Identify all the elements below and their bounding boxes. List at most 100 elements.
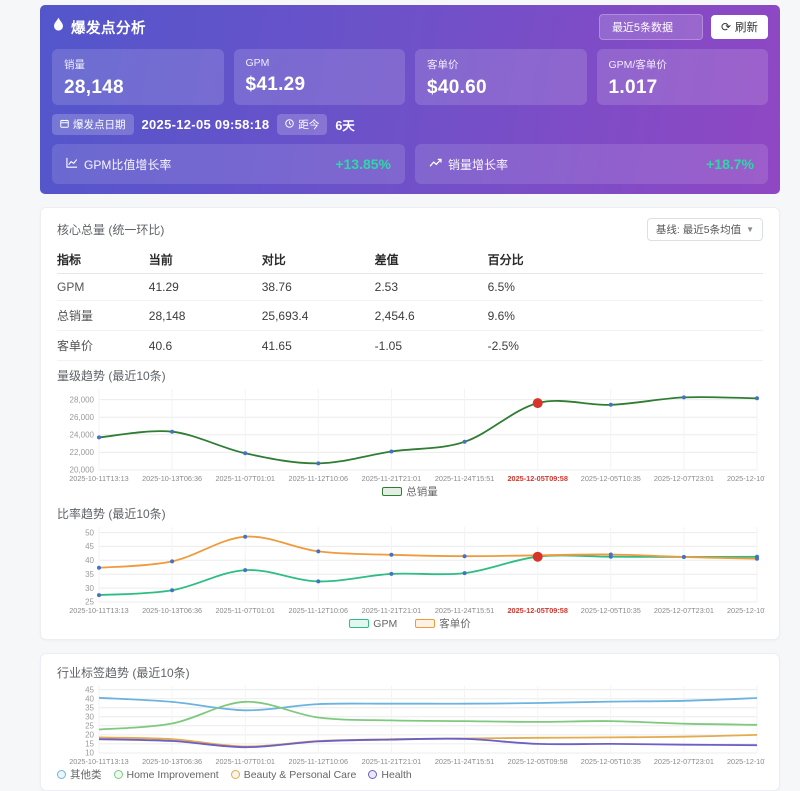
legend-swatch-icon <box>57 770 66 779</box>
stat-label: GPM/客单价 <box>608 59 667 71</box>
stat-value: $40.60 <box>427 77 487 98</box>
industry-trend-card: 行业标签趋势 (最近10条) 10 15 20 25 30 35 40 45 2025-10-1… <box>40 653 787 791</box>
volume-trend-chart[interactable]: 20,000 22,000 24,000 26,000 28,000 2025-10-11… <box>57 384 787 484</box>
svg-text:2025-10-13T06:36: 2025-10-13T06:36 <box>142 757 202 766</box>
legend-item[interactable]: Health <box>368 769 412 781</box>
clock-icon <box>285 118 295 131</box>
legend-label: GPM <box>373 617 398 630</box>
legend-swatch-icon <box>349 619 370 628</box>
legend-swatch-icon <box>382 487 403 496</box>
stat-card-gpm: GPM $41.29 <box>233 49 405 105</box>
svg-text:2025-12-05T10:35: 2025-12-05T10:35 <box>581 757 641 766</box>
volume-trend-title: 量级趋势 (最近10条) <box>57 369 166 383</box>
svg-text:20: 20 <box>85 731 94 740</box>
svg-text:28,000: 28,000 <box>70 395 95 404</box>
svg-text:2025-11-24T15:51: 2025-11-24T15:51 <box>435 606 495 615</box>
growth-label: 销量增长率 <box>448 157 509 172</box>
burst-date-badge: 爆发点日期 <box>52 114 134 135</box>
svg-text:2025-12-05T09:58: 2025-12-05T09:58 <box>507 606 567 615</box>
table-cell: 6.5% <box>487 273 763 301</box>
burst-analysis-panel: 爆发点分析 最近5条数据 ⟳ 刷新 销量 28,148 GPM $41.29 客… <box>40 5 780 194</box>
legend-label: 客单价 <box>439 618 471 630</box>
legend-item[interactable]: 其他类 <box>57 767 102 782</box>
svg-text:2025-11-21T21:01: 2025-11-21T21:01 <box>362 606 422 615</box>
svg-text:45: 45 <box>85 685 94 694</box>
svg-text:2025-10-13T06:36: 2025-10-13T06:36 <box>142 474 202 483</box>
svg-text:2025-11-07T01:01: 2025-11-07T01:01 <box>215 474 275 483</box>
line-chart-icon <box>66 157 78 171</box>
svg-text:2025-12-05T09:58: 2025-12-05T09:58 <box>507 474 567 483</box>
svg-text:2025-10-11T13:13: 2025-10-11T13:13 <box>69 474 129 483</box>
column-header: 差值 <box>374 245 488 274</box>
svg-text:2025-11-21T21:01: 2025-11-21T21:01 <box>362 474 422 483</box>
refresh-icon: ⟳ <box>720 20 731 34</box>
legend-swatch-icon <box>230 770 240 779</box>
stat-value: 28,148 <box>64 77 124 98</box>
svg-text:50: 50 <box>85 528 94 537</box>
legend-item[interactable]: Beauty & Personal Care <box>230 768 357 781</box>
svg-text:2025-11-12T10:06: 2025-11-12T10:06 <box>289 474 349 483</box>
table-cell: GPM <box>57 273 149 301</box>
table-cell: -1.05 <box>374 330 488 361</box>
data-range-value: 最近5条数据 <box>611 22 674 34</box>
table-cell: 40.6 <box>148 330 262 361</box>
baseline-select[interactable]: 基线: 最近5条均值 ▼ <box>646 218 763 241</box>
svg-text:40: 40 <box>85 556 94 565</box>
svg-text:2025-12-05T10:35: 2025-12-05T10:35 <box>581 606 641 615</box>
svg-text:35: 35 <box>85 570 94 579</box>
stat-label: 销量 <box>64 59 85 71</box>
data-range-select[interactable]: 最近5条数据 <box>598 14 703 40</box>
ratio-trend-chart[interactable]: 25 30 35 40 45 50 2025-10-11T13:13 2025-10-13T0… <box>57 522 787 616</box>
growth-row: GPM比值增长率 +13.85% 销量增长率 +18.7% <box>52 144 768 184</box>
svg-text:22,000: 22,000 <box>70 448 95 457</box>
calendar-icon <box>60 119 69 131</box>
svg-text:2025-11-12T10:06: 2025-11-12T10:06 <box>289 606 349 615</box>
svg-text:2025-11-07T01:01: 2025-11-07T01:01 <box>215 606 275 615</box>
svg-text:35: 35 <box>85 703 94 712</box>
svg-text:30: 30 <box>85 713 94 722</box>
since-days-value: 6天 <box>335 119 355 133</box>
svg-text:2025-10-11T13:13: 2025-10-11T13:13 <box>69 757 129 766</box>
table-cell: 41.29 <box>148 273 262 301</box>
burst-date-value: 2025-12-05 09:58:18 <box>141 117 270 132</box>
table-cell: 28,148 <box>148 300 262 331</box>
growth-value: +13.85% <box>335 156 391 172</box>
ratio-trend-title: 比率趋势 (最近10条) <box>57 507 166 521</box>
chevron-down-icon: ▼ <box>746 225 754 234</box>
refresh-button[interactable]: ⟳ 刷新 <box>710 15 768 39</box>
svg-text:2025-11-24T15:51: 2025-11-24T15:51 <box>435 474 495 483</box>
column-header: 指标 <box>57 245 149 274</box>
legend-item[interactable]: 客单价 <box>415 616 471 631</box>
legend-label: Beauty & Personal Care <box>243 768 357 781</box>
trend-up-icon <box>429 157 442 171</box>
refresh-label: 刷新 <box>735 22 758 34</box>
svg-text:15: 15 <box>85 740 94 749</box>
legend-item[interactable]: GPM <box>349 618 397 630</box>
core-metrics-card: 核心总量 (统一环比) 基线: 最近5条均值 ▼ 指标 当前 对比 差值 百分比 GPM… <box>40 207 787 640</box>
svg-text:2025-12-10T18:34: 2025-12-10T18:34 <box>727 757 765 766</box>
industry-trend-chart[interactable]: 10 15 20 25 30 35 40 45 2025-10-11T13:13 2025-10-… <box>57 681 787 767</box>
stats-row: 销量 28,148 GPM $41.29 客单价 $40.60 GPM/客单价 … <box>52 49 768 105</box>
volume-trend-block: 量级趋势 (最近10条) 20,000 22,000 24,000 26,000 28,… <box>57 367 787 499</box>
sales-growth-card: 销量增长率 +18.7% <box>415 144 768 184</box>
legend-item[interactable]: Home Improvement <box>113 769 219 781</box>
svg-text:2025-11-12T10:06: 2025-11-12T10:06 <box>289 757 349 766</box>
flame-icon <box>52 17 65 37</box>
volume-trend-legend: 总销量 <box>57 484 763 499</box>
legend-label: 其他类 <box>70 769 102 781</box>
burst-date-row: 爆发点日期 2025-12-05 09:58:18 距今 6天 <box>52 114 768 135</box>
svg-text:2025-12-10T18:34: 2025-12-10T18:34 <box>727 606 765 615</box>
legend-item[interactable]: 总销量 <box>382 484 438 499</box>
gpm-ratio-growth-card: GPM比值增长率 +13.85% <box>52 144 405 184</box>
core-metrics-title: 核心总量 (统一环比) <box>57 223 165 237</box>
svg-text:2025-12-10T18:34: 2025-12-10T18:34 <box>727 474 765 483</box>
table-cell: 客单价 <box>57 330 149 361</box>
industry-trend-title: 行业标签趋势 (最近10条) <box>57 666 190 680</box>
stat-value: $41.29 <box>245 74 306 95</box>
table-cell: -2.5% <box>487 330 763 361</box>
ratio-trend-block: 比率趋势 (最近10条) 25 30 35 40 45 50 2025-10-11T13:1… <box>57 505 787 631</box>
table-row: 总销量 28,148 25,693.4 2,454.6 9.6% <box>57 300 763 331</box>
table-cell: 2,454.6 <box>374 300 488 331</box>
table-row: 客单价 40.6 41.65 -1.05 -2.5% <box>57 330 763 361</box>
svg-text:2025-12-07T23:01: 2025-12-07T23:01 <box>654 474 714 483</box>
